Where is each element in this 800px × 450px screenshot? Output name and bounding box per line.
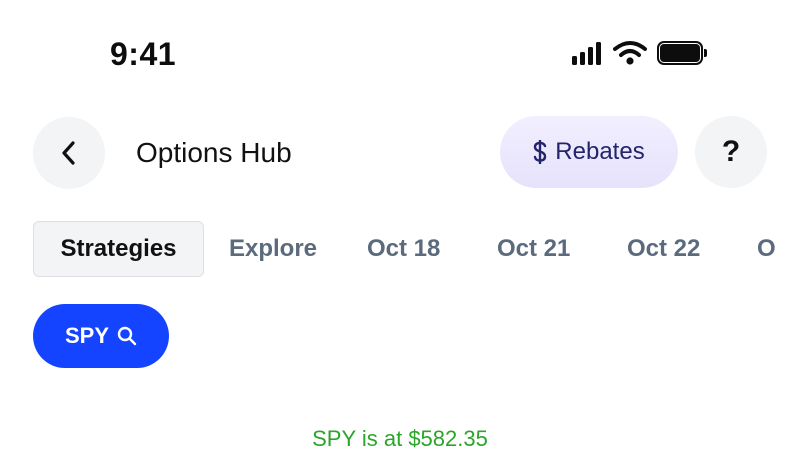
back-button[interactable] xyxy=(33,117,105,189)
chevron-left-icon xyxy=(62,141,75,165)
dollar-icon xyxy=(534,140,547,164)
tab-oct-21[interactable]: Oct 21 xyxy=(497,221,570,277)
status-time: 9:41 xyxy=(110,36,177,72)
help-icon: ? xyxy=(721,135,741,168)
tab-oct-18[interactable]: Oct 18 xyxy=(367,221,440,277)
symbol-search-button[interactable]: SPY xyxy=(33,304,169,368)
rebates-button[interactable]: Rebates xyxy=(500,116,678,188)
help-button[interactable]: ? xyxy=(695,116,767,188)
page-title: Options Hub xyxy=(136,137,292,168)
tab-next-partial[interactable]: O xyxy=(757,221,776,277)
cellular-signal-icon xyxy=(572,41,601,65)
tab-explore[interactable]: Explore xyxy=(229,221,317,277)
underlying-price-text: SPY is at $582.35 xyxy=(312,426,488,450)
tab-oct-22[interactable]: Oct 22 xyxy=(627,221,700,277)
search-icon xyxy=(117,326,137,346)
status-icons xyxy=(572,40,707,66)
tab-strategies[interactable]: Strategies xyxy=(33,221,204,277)
symbol-label: SPY xyxy=(64,323,110,348)
rebates-label: Rebates xyxy=(555,138,645,165)
battery-icon xyxy=(657,41,707,65)
wifi-icon xyxy=(613,41,647,65)
date-tabs: Strategies Explore Oct 18 Oct 21 Oct 22 … xyxy=(33,221,800,277)
